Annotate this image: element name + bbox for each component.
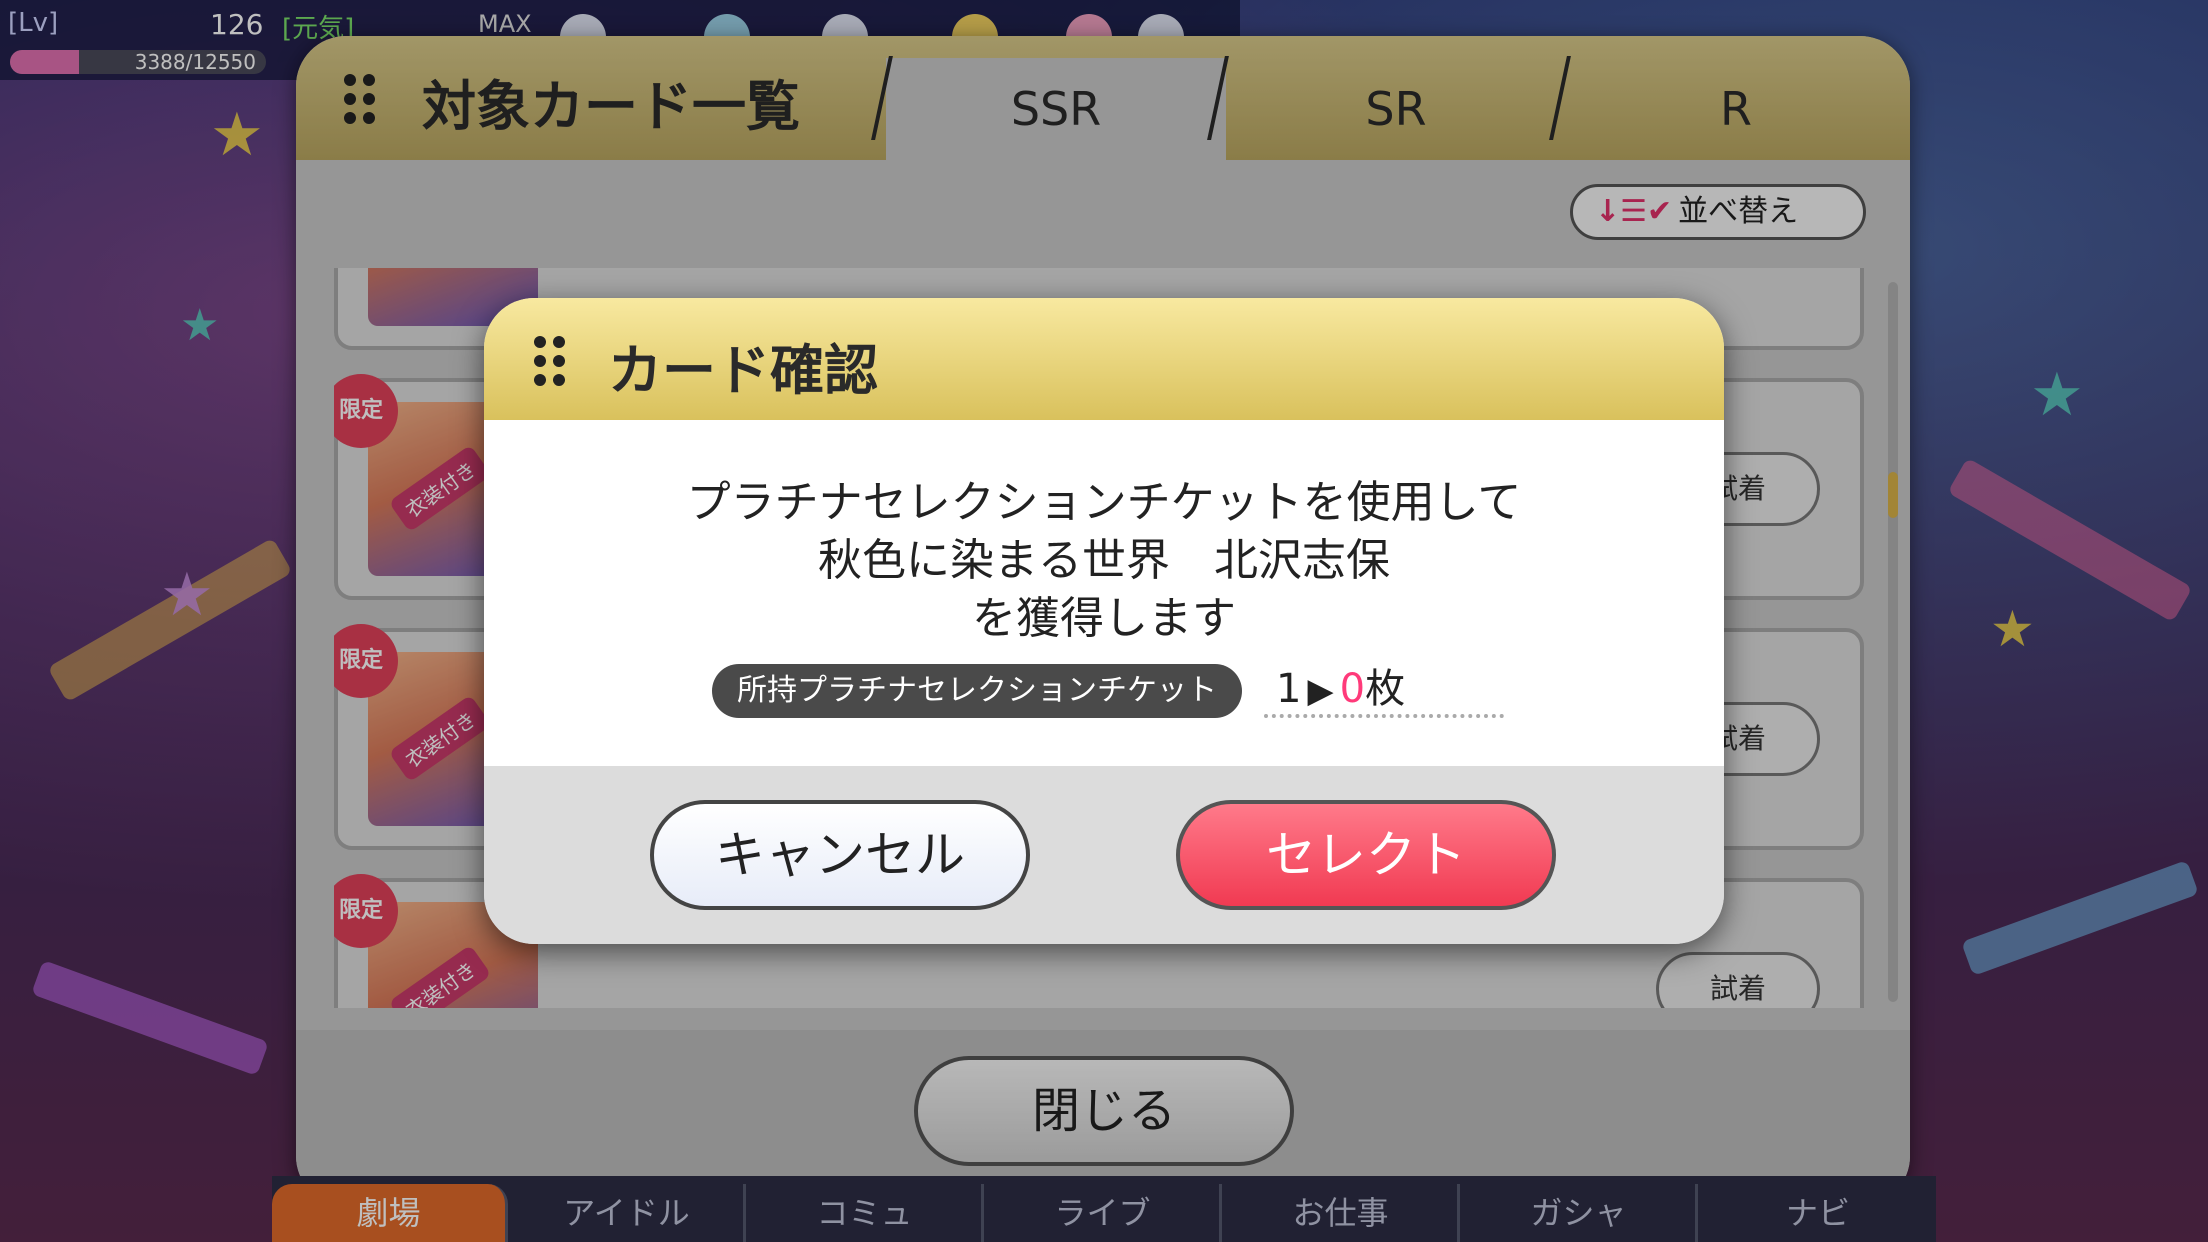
ticket-count: 1 ▶ 0枚: [1264, 660, 1504, 718]
dialog-message-line: 秋色に染まる世界 北沢志保: [818, 535, 1390, 586]
ticket-label: 所持プラチナセレクションチケット: [712, 664, 1242, 718]
select-button[interactable]: セレクト: [1176, 800, 1556, 910]
dialog-header: カード確認: [484, 298, 1724, 420]
dialog-title: カード確認: [608, 339, 878, 402]
dialog-body: プラチナセレクションチケットを使用して 秋色に染まる世界 北沢志保 を獲得します…: [484, 420, 1724, 766]
cancel-button[interactable]: キャンセル: [650, 800, 1030, 910]
dialog-footer: キャンセル セレクト: [484, 766, 1724, 944]
ticket-after: 0: [1339, 666, 1366, 712]
dialog-message-line: プラチナセレクションチケットを使用して: [686, 477, 1522, 528]
ticket-before: 1: [1276, 666, 1302, 712]
ticket-unit: 枚: [1365, 666, 1406, 712]
dialog-message-line: を獲得します: [972, 593, 1236, 644]
arrow-right-icon: ▶: [1307, 671, 1334, 711]
grip-icon: [534, 336, 565, 386]
card-confirm-dialog: カード確認 プラチナセレクションチケットを使用して 秋色に染まる世界 北沢志保 …: [484, 298, 1724, 944]
